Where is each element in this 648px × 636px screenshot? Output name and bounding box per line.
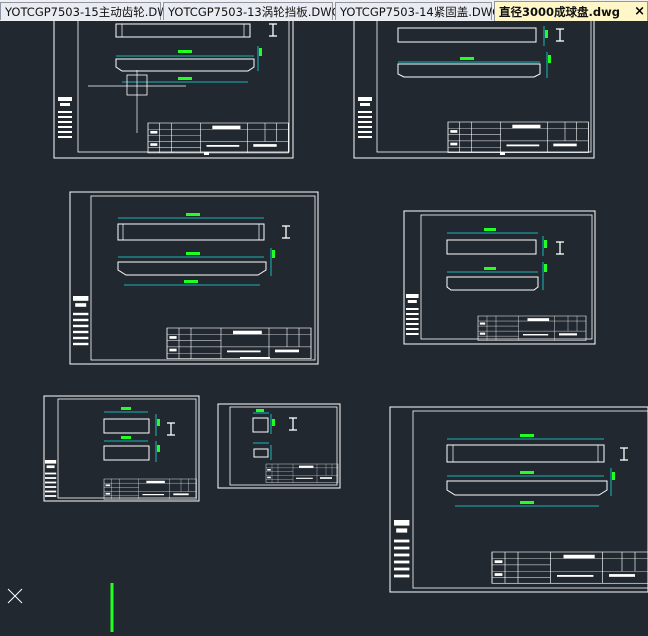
close-icon[interactable]: × bbox=[634, 2, 645, 22]
drawing-sheet-3[interactable] bbox=[69, 191, 319, 365]
drawing-sheet-7[interactable] bbox=[389, 406, 648, 593]
drawing-sheet-6[interactable] bbox=[217, 403, 341, 489]
drawing-canvas[interactable] bbox=[0, 9, 648, 632]
document-tab-bar: YOTCGP7503-15主动齿轮.DWG YOTCGP7503-13涡轮挡板.… bbox=[0, 0, 648, 22]
ucs-icon bbox=[7, 588, 23, 604]
drawing-sheet-4[interactable] bbox=[403, 210, 596, 345]
drawing-sheet-5[interactable] bbox=[43, 395, 200, 502]
tab-yotcgp7503-13[interactable]: YOTCGP7503-13涡轮挡板.DWG bbox=[163, 2, 341, 20]
drawing-sheet-1[interactable] bbox=[53, 9, 294, 159]
tab-label: 直径3000成球盘.dwg bbox=[499, 5, 620, 19]
drawing-sheet-2[interactable] bbox=[353, 9, 595, 159]
tab-label: YOTCGP7503-13涡轮挡板.DWG bbox=[168, 5, 341, 19]
tab-active-drawing[interactable]: 直径3000成球盘.dwg × bbox=[494, 1, 648, 21]
tab-label: YOTCGP7503-14紧固盖.DWG bbox=[340, 5, 502, 19]
model-space bbox=[7, 9, 648, 632]
tab-label: YOTCGP7503-15主动齿轮.DWG bbox=[5, 5, 178, 19]
tab-yotcgp7503-15[interactable]: YOTCGP7503-15主动齿轮.DWG bbox=[0, 2, 178, 20]
tab-yotcgp7503-14[interactable]: YOTCGP7503-14紧固盖.DWG bbox=[335, 2, 501, 20]
